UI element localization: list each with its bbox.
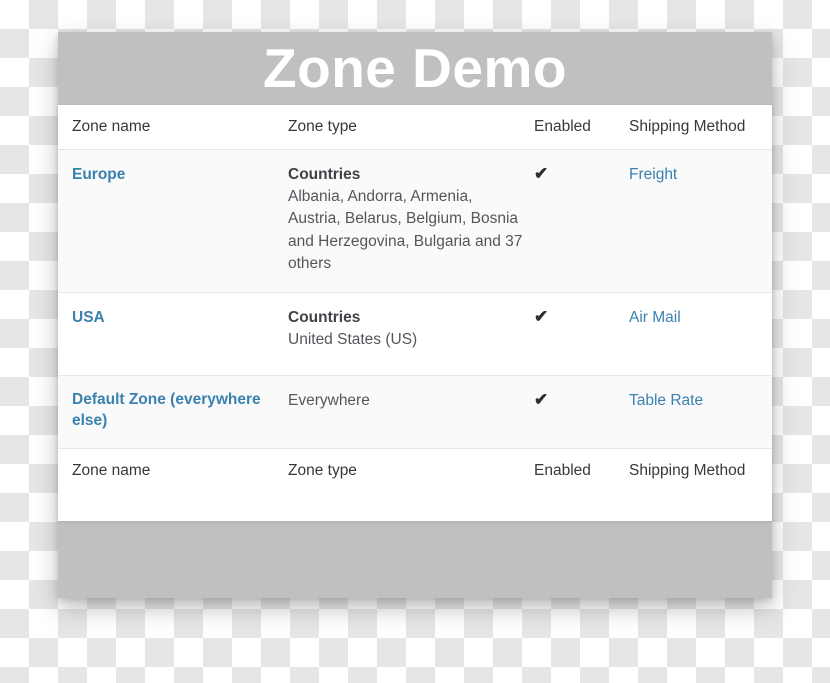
zone-type-country-list: United States (US) — [288, 330, 418, 348]
table-header: Zone name Zone type Enabled Shipping Met… — [58, 105, 772, 150]
zone-name-link-europe[interactable]: Europe — [72, 165, 125, 186]
cell-zone-type: Everywhere — [288, 375, 534, 449]
cell-zone-type: Countries Albania, Andorra, Armenia, Aus… — [288, 149, 534, 293]
zone-type-everywhere: Everywhere — [288, 391, 370, 409]
zone-type-title: Countries — [288, 166, 361, 183]
footer-label-zone-name[interactable]: Zone name — [58, 447, 288, 493]
shipping-method-link-freight[interactable]: Freight — [629, 166, 677, 183]
table-row[interactable]: USA Countries United States (US) ✔ Air M… — [58, 292, 772, 376]
footer-label-zone-type[interactable]: Zone type — [288, 447, 534, 493]
table-footer-row: Zone name Zone type Enabled Shipping Met… — [58, 447, 772, 493]
table-footer: Zone name Zone type Enabled Shipping Met… — [58, 447, 772, 493]
cell-enabled: ✔ — [534, 292, 629, 376]
shipping-method-link-table-rate[interactable]: Table Rate — [629, 392, 703, 409]
page-title: Zone Demo — [263, 37, 567, 99]
cell-zone-name: Europe — [58, 149, 288, 293]
table-body: Europe Countries Albania, Andorra, Armen… — [58, 149, 772, 449]
cell-enabled: ✔ — [534, 149, 629, 293]
column-header-shipping-method[interactable]: Shipping Method — [629, 105, 772, 150]
screenshot-canvas: Zone Demo Zone name Zone type Enabled Sh… — [0, 0, 830, 683]
column-header-zone-name[interactable]: Zone name — [58, 105, 288, 150]
footer-label-shipping-method[interactable]: Shipping Method — [629, 447, 772, 493]
cell-shipping-method: Air Mail — [629, 292, 772, 376]
zone-name-link-usa[interactable]: USA — [72, 308, 105, 329]
cell-zone-name: USA — [58, 292, 288, 376]
column-header-enabled[interactable]: Enabled — [534, 105, 629, 150]
cell-zone-type: Countries United States (US) — [288, 292, 534, 376]
cell-enabled: ✔ — [534, 375, 629, 449]
zone-type-country-list: Albania, Andorra, Armenia, Austria, Bela… — [288, 188, 523, 273]
cell-zone-name: Default Zone (everywhere else) — [58, 375, 288, 449]
table-row[interactable]: Europe Countries Albania, Andorra, Armen… — [58, 149, 772, 293]
check-icon: ✔ — [534, 389, 549, 409]
column-header-zone-type[interactable]: Zone type — [288, 105, 534, 150]
shipping-zones-table: Zone name Zone type Enabled Shipping Met… — [58, 105, 772, 493]
shipping-method-link-air-mail[interactable]: Air Mail — [629, 309, 681, 326]
title-band: Zone Demo — [58, 32, 772, 105]
zone-name-link-default-zone[interactable]: Default Zone (everywhere else) — [72, 390, 280, 432]
check-icon: ✔ — [534, 164, 549, 183]
cell-shipping-method: Table Rate — [629, 375, 772, 449]
cell-shipping-method: Freight — [629, 149, 772, 293]
table-header-row: Zone name Zone type Enabled Shipping Met… — [58, 105, 772, 150]
check-icon: ✔ — [534, 306, 549, 326]
zones-card: Zone name Zone type Enabled Shipping Met… — [58, 105, 772, 521]
footer-label-enabled[interactable]: Enabled — [534, 447, 629, 493]
table-row[interactable]: Default Zone (everywhere else) Everywher… — [58, 375, 772, 449]
zone-type-title: Countries — [288, 308, 361, 326]
